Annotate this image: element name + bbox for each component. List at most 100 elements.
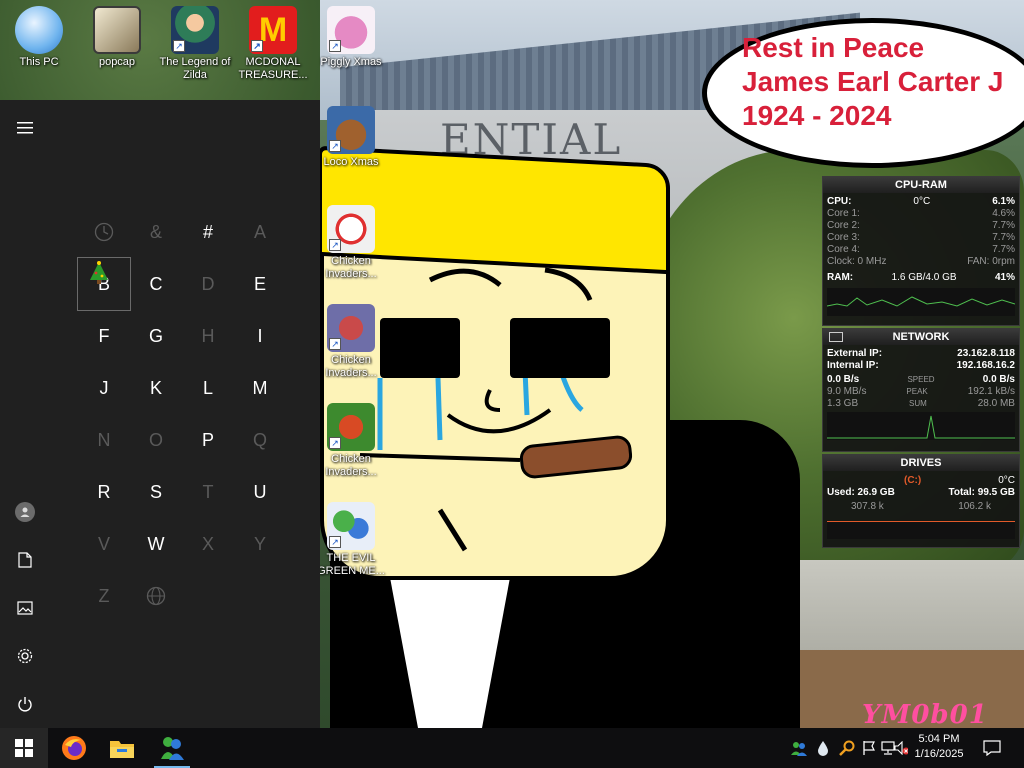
core-label: Core 3: — [827, 232, 860, 243]
jump-letter-j[interactable]: J — [78, 362, 130, 414]
jump-letter-label: P — [201, 429, 214, 450]
gadget-title: CPU-RAM — [823, 177, 1019, 193]
jump-letter-l[interactable]: L — [182, 362, 234, 414]
tray-drop[interactable] — [814, 728, 832, 768]
core-label: Core 4: — [827, 244, 860, 255]
external-ip: 23.162.8.118 — [957, 348, 1015, 359]
jump-letter-label: V — [97, 533, 110, 554]
expand-button[interactable] — [5, 108, 45, 148]
shortcut-arrow-icon: ↗ — [329, 338, 341, 350]
jump-letter-m[interactable]: M — [234, 362, 286, 414]
desktop-icon-popcap[interactable]: popcap — [80, 6, 154, 69]
jump-letter-label: Z — [98, 585, 110, 606]
people-icon — [791, 742, 807, 756]
desktop-icon-legend-of-zilda[interactable]: ↗ The Legend of Zilda — [158, 6, 232, 82]
firefox-icon — [62, 736, 86, 760]
drive-read: 307.8 k — [851, 501, 884, 512]
jump-letter-label: M — [252, 377, 268, 398]
user-icon — [15, 502, 35, 522]
jump-letter-label: C — [149, 273, 163, 294]
ram-graph — [826, 288, 1016, 316]
chicken-icon: ↗ — [327, 205, 375, 253]
action-center-button[interactable] — [978, 728, 1006, 768]
menu-icon — [17, 122, 33, 134]
desktop-icon-label: Piggly Xmas — [320, 56, 382, 68]
power-button[interactable] — [5, 684, 45, 724]
speed-up: 0.0 B/s — [982, 374, 1015, 385]
peak-up: 192.1 kB/s — [967, 386, 1015, 397]
jump-letter-label: F — [98, 325, 110, 346]
desktop-icon-chicken-invaders-2[interactable]: ↗ Chicken Invaders... — [314, 304, 388, 380]
desktop-icon-evil-green-messenger[interactable]: ↗ THE EVIL GREEN ME... — [314, 502, 388, 578]
desktop-icon-piggly-xmas[interactable]: ↗ Piggly Xmas — [314, 6, 388, 69]
documents-button[interactable] — [5, 540, 45, 580]
jump-letter-f[interactable]: F — [78, 310, 130, 362]
jump-letter-label: Y — [253, 533, 266, 554]
internal-ip-label: Internal IP: — [827, 360, 879, 371]
speech-bubble-line: James Earl Carter J — [742, 66, 1004, 97]
jump-letter-label: E — [253, 273, 266, 294]
internal-ip: 192.168.16.2 — [956, 360, 1015, 371]
shortcut-arrow-icon: ↗ — [329, 437, 341, 449]
core-label: Core 2: — [827, 220, 860, 231]
mcdonalds-icon: M ↗ — [249, 6, 297, 54]
jump-letter-x: X — [182, 518, 234, 570]
jump-letter-p[interactable]: P — [182, 414, 234, 466]
clock-icon — [94, 222, 114, 242]
jump-letter-hash[interactable]: # — [182, 206, 234, 258]
cpu-label: CPU: — [827, 196, 852, 207]
jump-letter-b[interactable]: B — [77, 257, 131, 311]
shortcut-arrow-icon: ↗ — [329, 239, 341, 251]
tray-search-tool[interactable] — [838, 728, 856, 768]
jump-letter-c[interactable]: C — [130, 258, 182, 310]
jump-letter-label: # — [202, 221, 213, 242]
desktop-icon-loco-xmas[interactable]: ↗ Loco Xmas — [314, 106, 388, 169]
desktop-icon-label: Chicken Invaders... — [325, 255, 377, 280]
jump-letter-v: V — [78, 518, 130, 570]
jump-letter-y: Y — [234, 518, 286, 570]
taskbar-messenger[interactable] — [148, 728, 196, 768]
jump-letter-label: S — [149, 481, 162, 502]
jump-letter-k[interactable]: K — [130, 362, 182, 414]
drive-used: Used: 26.9 GB — [827, 487, 895, 498]
user-button[interactable] — [5, 492, 45, 532]
taskbar-firefox[interactable] — [50, 728, 98, 768]
jump-letter-n: N — [78, 414, 130, 466]
speed-label: SPEED — [907, 375, 935, 384]
settings-button[interactable] — [5, 636, 45, 676]
wallpaper-watermark: YM0b01 — [862, 700, 988, 728]
shortcut-arrow-icon: ↗ — [329, 140, 341, 152]
core-value: 7.7% — [992, 220, 1015, 231]
tray-flag[interactable] — [860, 728, 878, 768]
jump-letter-label: X — [201, 533, 214, 554]
start-button[interactable] — [0, 728, 48, 768]
desktop-icon-chicken-invaders-3[interactable]: ↗ Chicken Invaders... — [314, 403, 388, 479]
desktop-icon-chicken-invaders-1[interactable]: ↗ Chicken Invaders... — [314, 205, 388, 281]
jump-letter-label: I — [257, 325, 263, 346]
desktop-icon-this-pc[interactable]: This PC — [2, 6, 76, 69]
chicken-icon: ↗ — [327, 403, 375, 451]
ram-percent: 41% — [994, 272, 1015, 283]
tray-people[interactable] — [790, 728, 808, 768]
jump-letter-u[interactable]: U — [234, 466, 286, 518]
jump-letter-r[interactable]: R — [78, 466, 130, 518]
desktop-icon-mcdonal-treasure[interactable]: M ↗ MCDONAL TREASURE... — [236, 6, 310, 82]
external-ip-label: External IP: — [827, 348, 883, 359]
start-menu: & # A B C D E F G H I J K L M N O P Q R S T U V W X Y Z — [0, 100, 320, 728]
network-graph — [827, 412, 1015, 440]
pictures-button[interactable] — [5, 588, 45, 628]
taskbar-file-explorer[interactable] — [98, 728, 146, 768]
jump-letter-ampersand: & — [130, 206, 182, 258]
jump-letter-w[interactable]: W — [130, 518, 182, 570]
jump-letter-e[interactable]: E — [234, 258, 286, 310]
cpu-temp: 0°C — [913, 196, 931, 207]
jump-letter-i[interactable]: I — [234, 310, 286, 362]
core-label: Core 1: — [827, 208, 860, 219]
jump-letter-s[interactable]: S — [130, 466, 182, 518]
core-value: 7.7% — [992, 232, 1015, 243]
taskbar-clock[interactable]: 5:04 PM 1/16/2025 — [904, 732, 974, 762]
jump-letter-g[interactable]: G — [130, 310, 182, 362]
file-explorer-icon — [110, 741, 134, 758]
shortcut-arrow-icon: ↗ — [251, 40, 263, 52]
cpu-percent: 6.1% — [992, 196, 1015, 207]
